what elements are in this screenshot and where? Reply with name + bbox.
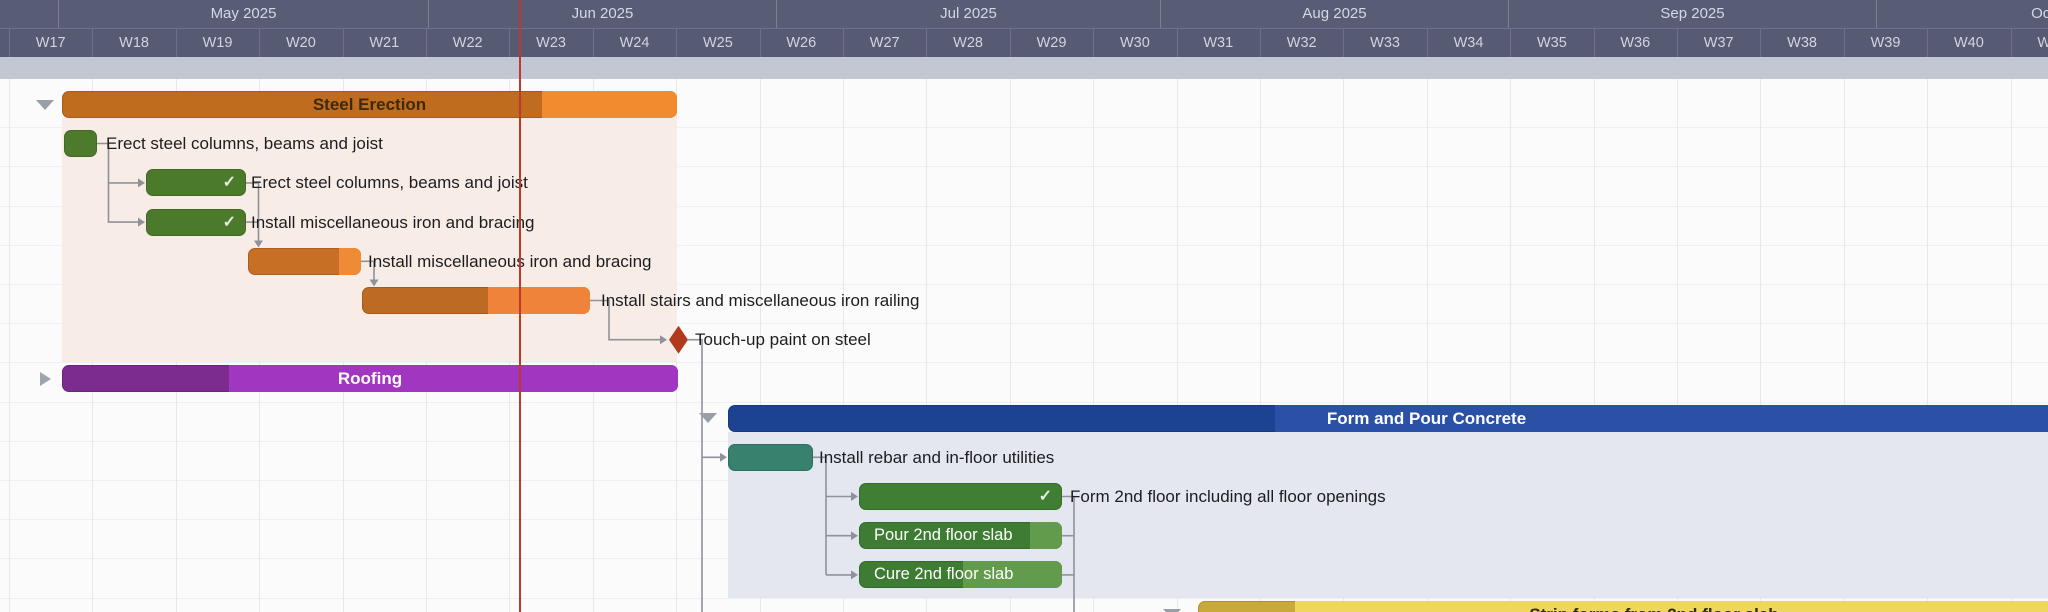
week-separator	[426, 29, 427, 57]
week-cell-W20: W20	[269, 29, 333, 57]
task-bar-remaining-segment	[339, 248, 361, 275]
task-bar-install-misc-iron-1[interactable]: ✓	[146, 209, 246, 236]
month-cell-Jun 2025: Jun 2025	[429, 0, 777, 28]
task-bar-install-stairs[interactable]	[362, 287, 590, 314]
task-label-install-rebar: Install rebar and in-floor utilities	[819, 444, 1054, 471]
task-label-install-misc-iron-2: Install miscellaneous iron and bracing	[368, 248, 652, 275]
summary-bar-roofing[interactable]: Roofing	[62, 365, 678, 392]
task-label-install-misc-iron-1: Install miscellaneous iron and bracing	[251, 209, 535, 236]
week-cell-W37: W37	[1687, 29, 1751, 57]
disclosure-expanded-icon-form-pour-concrete[interactable]	[699, 413, 717, 423]
week-separator	[1677, 29, 1678, 57]
task-bar-pour-2nd-floor[interactable]: Pour 2nd floor slab	[859, 522, 1062, 549]
week-separator	[9, 29, 10, 57]
week-cell-W36: W36	[1603, 29, 1667, 57]
week-cell-W21: W21	[352, 29, 416, 57]
week-cell-W33: W33	[1353, 29, 1417, 57]
bar-label-strip-forms: Strip forms from 2nd floor slab	[1198, 601, 2048, 612]
summary-bar-strip-forms[interactable]: Strip forms from 2nd floor slab	[1198, 601, 2048, 612]
week-separator	[1844, 29, 1845, 57]
disclosure-collapsed-icon-roofing[interactable]	[40, 372, 51, 386]
week-separator	[1927, 29, 1928, 57]
month-cell-prev	[0, 0, 59, 28]
task-label-touch-up-paint: Touch-up paint on steel	[695, 326, 871, 353]
week-cell-W32: W32	[1270, 29, 1334, 57]
month-cell-May 2025: May 2025	[59, 0, 429, 28]
week-separator	[176, 29, 177, 57]
week-cell-W38: W38	[1770, 29, 1834, 57]
summary-bar-steel-erection[interactable]: Steel Erection	[62, 91, 677, 118]
week-separator	[1760, 29, 1761, 57]
month-cell-Sep 2025: Sep 2025	[1509, 0, 1877, 28]
checkmark-icon: ✓	[1039, 483, 1052, 510]
week-gridline	[9, 79, 10, 612]
header-divider-strip	[0, 57, 2048, 79]
week-cell-W23: W23	[519, 29, 583, 57]
week-separator	[760, 29, 761, 57]
week-separator	[1093, 29, 1094, 57]
bar-label-form-pour-concrete: Form and Pour Concrete	[728, 405, 2048, 432]
row-separator	[0, 598, 2048, 599]
week-separator	[1427, 29, 1428, 57]
week-separator	[92, 29, 93, 57]
week-cell-W26: W26	[769, 29, 833, 57]
week-separator	[1177, 29, 1178, 57]
week-cell-W40: W40	[1937, 29, 2001, 57]
week-separator	[1343, 29, 1344, 57]
task-bar-erect-steel-parent[interactable]	[64, 130, 97, 157]
bar-label-steel-erection: Steel Erection	[62, 91, 677, 118]
week-cell-W25: W25	[686, 29, 750, 57]
bar-label-roofing: Roofing	[62, 365, 678, 392]
task-label-erect-steel: Erect steel columns, beams and joist	[251, 169, 528, 196]
checkmark-icon: ✓	[223, 209, 236, 236]
task-label-erect-steel-parent: Erect steel columns, beams and joist	[106, 130, 383, 157]
week-separator	[593, 29, 594, 57]
task-bar-erect-steel[interactable]: ✓	[146, 169, 246, 196]
task-label-install-stairs: Install stairs and miscellaneous iron ra…	[601, 287, 919, 314]
week-separator	[1260, 29, 1261, 57]
week-cell-W18: W18	[102, 29, 166, 57]
task-bar-remaining-segment	[488, 287, 590, 314]
week-separator	[2011, 29, 2012, 57]
task-bar-install-rebar[interactable]	[728, 444, 813, 471]
week-separator	[1510, 29, 1511, 57]
week-cell-W30: W30	[1103, 29, 1167, 57]
week-cell-W35: W35	[1520, 29, 1584, 57]
task-label-form-2nd-floor: Form 2nd floor including all floor openi…	[1070, 483, 1386, 510]
month-cell-Jul 2025: Jul 2025	[777, 0, 1161, 28]
disclosure-expanded-icon-steel-erection[interactable]	[36, 100, 54, 110]
week-cell-W34: W34	[1437, 29, 1501, 57]
week-cell-W19: W19	[186, 29, 250, 57]
week-cell-W24: W24	[603, 29, 667, 57]
task-bar-install-misc-iron-2[interactable]	[248, 248, 361, 275]
week-cell-W27: W27	[853, 29, 917, 57]
month-cell-Oct 2025: Oct 2025	[1877, 0, 2048, 28]
week-separator	[259, 29, 260, 57]
week-cell-W28: W28	[936, 29, 1000, 57]
week-separator	[676, 29, 677, 57]
week-cell-W39: W39	[1854, 29, 1918, 57]
row-separator	[0, 362, 2048, 363]
month-cell-Aug 2025: Aug 2025	[1161, 0, 1509, 28]
bar-label-pour-2nd-floor: Pour 2nd floor slab	[859, 522, 1062, 549]
summary-bar-form-pour-concrete[interactable]: Form and Pour Concrete	[728, 405, 2048, 432]
task-bar-form-2nd-floor[interactable]: ✓	[859, 483, 1062, 510]
week-cell-W41: W41	[2020, 29, 2048, 57]
today-line	[519, 0, 521, 612]
week-separator	[843, 29, 844, 57]
gantt-chart-app: Steel Erection Erect steel columns, beams…	[0, 0, 2048, 612]
week-separator	[343, 29, 344, 57]
week-cell-W17: W17	[19, 29, 83, 57]
week-cell-W31: W31	[1186, 29, 1250, 57]
week-separator	[1594, 29, 1595, 57]
task-bar-cure-2nd-floor[interactable]: Cure 2nd floor slab	[859, 561, 1062, 588]
checkmark-icon: ✓	[223, 169, 236, 196]
week-cell-W22: W22	[436, 29, 500, 57]
week-separator	[926, 29, 927, 57]
week-separator	[1010, 29, 1011, 57]
row-separator	[0, 402, 2048, 403]
week-separator	[509, 29, 510, 57]
week-cell-W29: W29	[1020, 29, 1084, 57]
bar-label-cure-2nd-floor: Cure 2nd floor slab	[859, 561, 1062, 588]
